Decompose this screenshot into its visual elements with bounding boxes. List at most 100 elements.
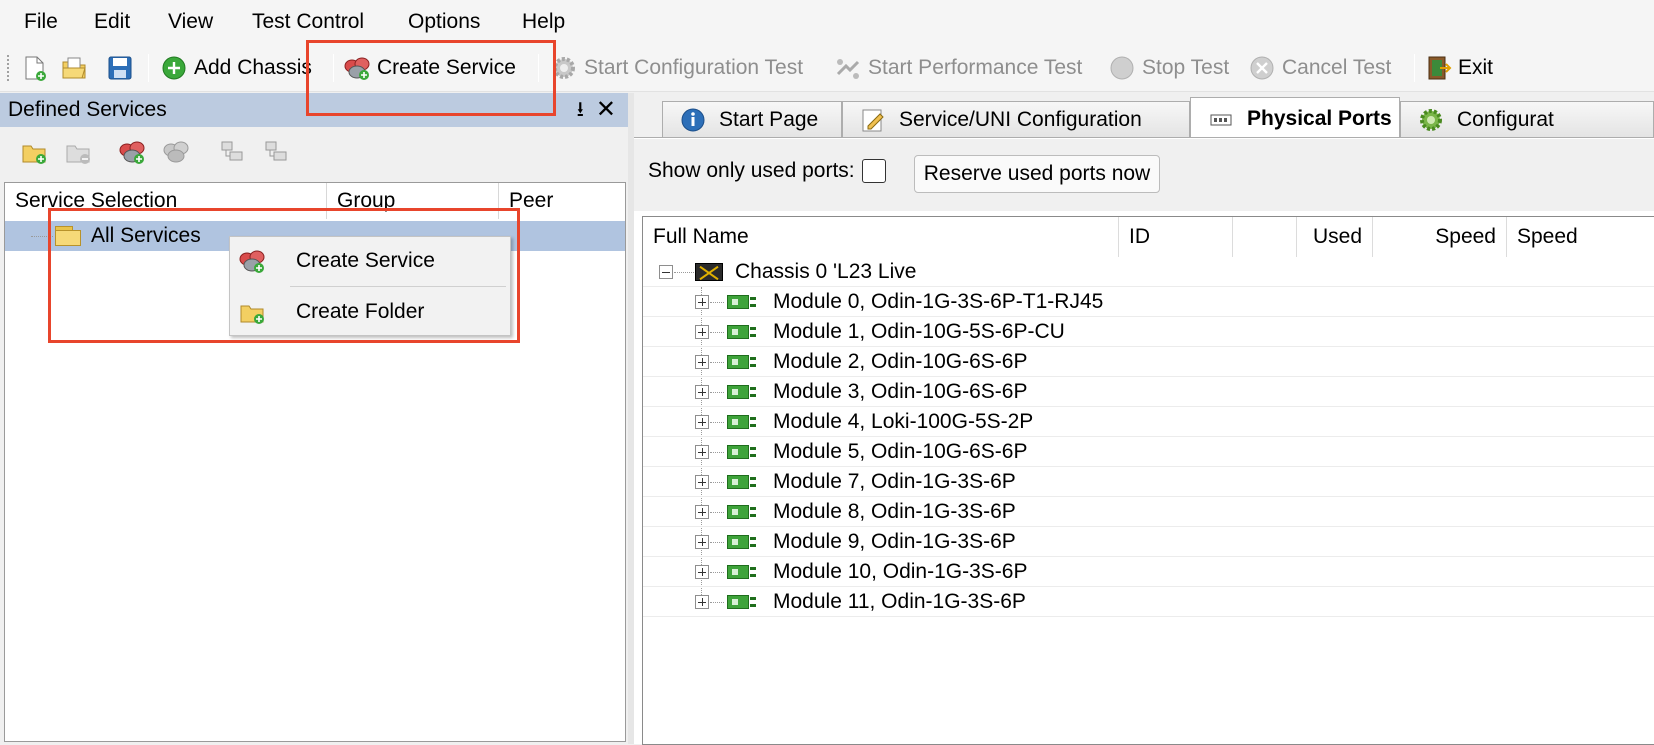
reserve-used-ports-button[interactable]: Reserve used ports now xyxy=(914,155,1160,193)
expand-icon[interactable] xyxy=(695,565,709,579)
column-speed[interactable]: Speed xyxy=(1373,217,1507,257)
menu-help[interactable]: Help xyxy=(518,8,569,36)
tree-connector xyxy=(710,452,724,453)
column-peer[interactable]: Peer xyxy=(499,183,625,219)
column-speed-2[interactable]: Speed xyxy=(1507,217,1654,257)
column-service-selection[interactable]: Service Selection xyxy=(5,183,327,219)
remove-folder-icon[interactable] xyxy=(64,138,92,166)
menu-test-control[interactable]: Test Control xyxy=(248,8,368,36)
menu-view[interactable]: View xyxy=(164,8,217,36)
menu-file[interactable]: File xyxy=(20,8,62,36)
tree-row-module[interactable]: Module 10, Odin-1G-3S-6P xyxy=(643,557,1654,587)
tab-physical-ports[interactable]: Physical Ports xyxy=(1190,97,1400,139)
add-service-icon[interactable] xyxy=(118,138,146,166)
menu-bar: File Edit View Test Control Options Help xyxy=(0,0,1654,44)
folder-icon xyxy=(55,226,81,246)
create-service-icon xyxy=(343,54,371,82)
start-performance-test-button[interactable]: Start Performance Test xyxy=(834,50,1082,86)
context-create-service-label: Create Service xyxy=(296,249,435,272)
gear-icon xyxy=(1417,106,1445,134)
save-button[interactable] xyxy=(106,50,134,86)
expand-icon[interactable] xyxy=(695,385,709,399)
module-label: Module 9, Odin-1G-3S-6P xyxy=(773,530,1016,553)
collapse-icon[interactable] xyxy=(659,265,673,279)
close-icon[interactable]: ✕ xyxy=(596,93,616,127)
cancel-test-button[interactable]: Cancel Test xyxy=(1248,50,1391,86)
stop-test-button[interactable]: Stop Test xyxy=(1108,50,1229,86)
column-full-name[interactable]: Full Name xyxy=(643,217,1119,257)
tree-row-module[interactable]: Module 1, Odin-10G-5S-6P-CU xyxy=(643,317,1654,347)
chassis-icon xyxy=(695,263,723,281)
tree-row-module[interactable]: Module 4, Loki-100G-5S-2P xyxy=(643,407,1654,437)
chassis-label: Chassis 0 'L23 Live xyxy=(735,260,917,283)
services-toolbar xyxy=(0,127,628,177)
column-unnamed[interactable] xyxy=(1233,217,1297,257)
pin-icon[interactable]: ⭳ xyxy=(577,93,584,127)
toolbar-grip[interactable] xyxy=(6,54,10,82)
expand-icon[interactable] xyxy=(695,595,709,609)
open-folder-icon xyxy=(60,54,88,82)
tree-row-module[interactable]: Module 5, Odin-10G-6S-6P xyxy=(643,437,1654,467)
collapse-all-icon[interactable] xyxy=(262,138,290,166)
tree-row-chassis[interactable]: Chassis 0 'L23 Live xyxy=(643,257,1654,287)
add-folder-icon[interactable] xyxy=(20,138,48,166)
context-create-service[interactable]: Create Service xyxy=(230,239,510,283)
start-configuration-test-label: Start Configuration Test xyxy=(584,56,804,79)
column-group[interactable]: Group xyxy=(327,183,499,219)
create-service-button[interactable]: Create Service xyxy=(343,50,516,86)
defined-services-pane-title: Defined Services ⭳ ✕ xyxy=(0,93,628,127)
column-id[interactable]: ID xyxy=(1119,217,1233,257)
expand-icon[interactable] xyxy=(695,295,709,309)
show-used-ports-checkbox[interactable] xyxy=(862,159,886,183)
create-service-icon xyxy=(238,247,266,275)
tab-label: Service/UNI Configuration xyxy=(899,107,1142,131)
tree-row-module[interactable]: Module 9, Odin-1G-3S-6P xyxy=(643,527,1654,557)
expand-icon[interactable] xyxy=(695,445,709,459)
expand-icon[interactable] xyxy=(695,355,709,369)
module-card-icon xyxy=(727,325,757,339)
open-file-button[interactable] xyxy=(60,50,88,86)
expand-icon[interactable] xyxy=(695,325,709,339)
expand-all-icon[interactable] xyxy=(218,138,246,166)
module-label: Module 2, Odin-10G-6S-6P xyxy=(773,350,1028,373)
module-label: Module 7, Odin-1G-3S-6P xyxy=(773,470,1016,493)
module-label: Module 0, Odin-1G-3S-6P-T1-RJ45 xyxy=(773,290,1104,313)
tree-row-module[interactable]: Module 7, Odin-1G-3S-6P xyxy=(643,467,1654,497)
exit-button[interactable]: Exit xyxy=(1424,50,1493,86)
physical-ports-panel: Show only used ports: Reserve used ports… xyxy=(634,137,1654,745)
tab-configuration[interactable]: Configurat xyxy=(1400,101,1654,137)
toolbar-separator xyxy=(538,54,539,82)
context-create-folder[interactable]: Create Folder xyxy=(230,290,510,334)
menu-edit[interactable]: Edit xyxy=(90,8,134,36)
exit-door-icon xyxy=(1424,54,1452,82)
remove-service-icon[interactable] xyxy=(162,138,190,166)
tree-row-module[interactable]: Module 8, Odin-1G-3S-6P xyxy=(643,497,1654,527)
tree-row-module[interactable]: Module 11, Odin-1G-3S-6P xyxy=(643,587,1654,617)
module-label: Module 10, Odin-1G-3S-6P xyxy=(773,560,1028,583)
add-chassis-label: Add Chassis xyxy=(194,56,312,79)
expand-icon[interactable] xyxy=(695,415,709,429)
tab-start-page[interactable]: Start Page xyxy=(662,101,842,137)
info-icon xyxy=(679,106,707,134)
expand-icon[interactable] xyxy=(695,505,709,519)
expand-icon[interactable] xyxy=(695,475,709,489)
expand-icon[interactable] xyxy=(695,535,709,549)
menu-options[interactable]: Options xyxy=(404,8,484,36)
tab-service-uni-configuration[interactable]: Service/UNI Configuration xyxy=(842,101,1190,137)
tree-row-module[interactable]: Module 0, Odin-1G-3S-6P-T1-RJ45 xyxy=(643,287,1654,317)
tree-connector xyxy=(710,572,724,573)
start-configuration-test-button[interactable]: Start Configuration Test xyxy=(550,50,803,86)
tree-connector xyxy=(674,272,694,273)
tab-label: Physical Ports xyxy=(1247,106,1392,130)
new-file-button[interactable] xyxy=(20,50,48,86)
module-card-icon xyxy=(727,595,757,609)
tree-row-module[interactable]: Module 2, Odin-10G-6S-6P xyxy=(643,347,1654,377)
tree-connector xyxy=(31,236,53,237)
tree-row-module[interactable]: Module 3, Odin-10G-6S-6P xyxy=(643,377,1654,407)
add-chassis-button[interactable]: Add Chassis xyxy=(160,50,312,86)
performance-icon xyxy=(834,54,862,82)
column-used[interactable]: Used xyxy=(1297,217,1373,257)
main-toolbar: Add Chassis Create Service Start Configu… xyxy=(0,44,1654,92)
module-card-icon xyxy=(727,535,757,549)
module-label: Module 3, Odin-10G-6S-6P xyxy=(773,380,1028,403)
